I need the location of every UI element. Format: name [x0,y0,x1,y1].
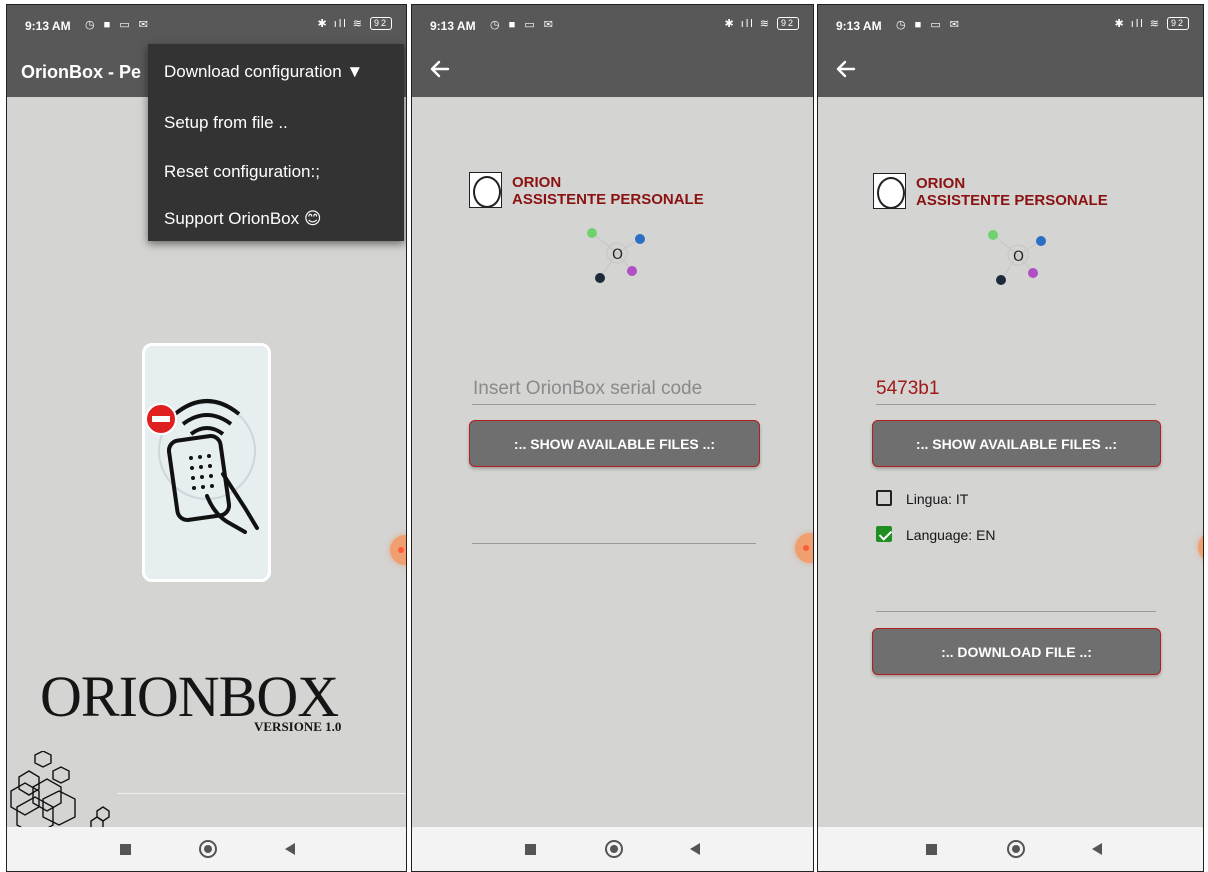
checkbox-label-language-en: Language: EN [906,527,996,543]
checkbox-language-en[interactable] [876,526,892,542]
battery-icon: 92 [776,17,799,30]
signal-wifi-icons: ✱ ıll ≋ [317,18,364,30]
status-bar: 9:13 AM ◷ ■ ▭ ✉ ✱ ıll ≋ 92 [818,5,1203,41]
system-icons: ✱ ıll ≋ 92 [317,17,392,30]
serial-input-underline [876,404,1156,405]
file-list-underline [876,611,1156,612]
system-icons: ✱ ıll ≋ 92 [724,17,799,30]
status-time: 9:13 AM [25,19,71,33]
back-nav-button[interactable] [1092,843,1102,855]
version-label: VERSIONE 1.0 [254,719,342,734]
home-button[interactable] [605,840,623,858]
navigation-bar [818,827,1203,871]
checkbox-label-lingua-it: Lingua: IT [906,491,969,507]
network-nodes-icon: O [587,228,645,283]
menu-item-support-orionbox[interactable]: Support OrionBox 😊 [164,209,322,229]
floating-assistant-bubble[interactable] [390,535,406,565]
notification-icons: ◷ ■ ▭ ✉ [490,19,557,31]
navigation-bar [7,827,406,871]
brand-title: ORION [916,175,966,192]
floating-assistant-bubble[interactable] [1198,532,1203,562]
blocked-icon [145,403,177,435]
brand-subtitle: ASSISTENTE PERSONALE [916,192,1108,209]
app-bar [818,41,1203,97]
serial-code-input[interactable]: Insert OrionBox serial code [473,378,702,400]
show-available-files-button[interactable]: :.. SHOW AVAILABLE FILES ..: [469,420,760,467]
home-button[interactable] [199,840,217,858]
navigation-bar [412,827,813,871]
system-icons: ✱ ıll ≋ 92 [1114,17,1189,30]
divider [117,793,406,794]
status-time: 9:13 AM [430,19,476,33]
screen-serial-input: 9:13 AM ◷ ■ ▭ ✉ ✱ ıll ≋ 92 ORION ASSISTE… [411,4,814,872]
floating-assistant-bubble[interactable] [795,533,813,563]
back-arrow-icon[interactable] [832,55,860,83]
status-bar: 9:13 AM ◷ ■ ▭ ✉ ✱ ıll ≋ 92 [412,5,813,41]
notification-icons: ◷ ■ ▭ ✉ [85,19,152,31]
status-time: 9:13 AM [836,19,882,33]
svg-text:O: O [612,247,623,263]
back-arrow-icon[interactable] [426,55,454,83]
remote-card[interactable] [142,343,271,582]
recents-button[interactable] [926,844,937,855]
download-file-button[interactable]: :.. DOWNLOAD FILE ..: [872,628,1161,675]
file-list-underline [472,543,756,544]
hexagon-decoration-icon [10,751,110,836]
battery-icon: 92 [1166,17,1189,30]
back-nav-button[interactable] [690,843,700,855]
remote-hand-icon [158,399,259,534]
recents-button[interactable] [120,844,131,855]
brand-subtitle: ASSISTENTE PERSONALE [512,191,704,208]
network-nodes-icon: O [988,230,1046,285]
checkbox-lingua-it[interactable] [876,490,892,506]
screen-download-file: 9:13 AM ◷ ■ ▭ ✉ ✱ ıll ≋ 92 ORION ASSISTE… [817,4,1204,872]
battery-icon: 92 [369,17,392,30]
serial-input-underline [472,404,756,405]
orion-logo-icon [469,172,502,208]
svg-text:O: O [1013,249,1024,265]
serial-code-input[interactable]: 5473b1 [876,378,939,400]
app-bar [412,41,813,97]
menu-item-download-configuration[interactable]: Download configuration ▼ [164,62,363,82]
overflow-menu: Download configuration ▼ Setup from file… [148,44,404,241]
notification-icons: ◷ ■ ▭ ✉ [896,19,963,31]
menu-item-setup-from-file[interactable]: Setup from file .. [164,113,288,133]
screen-main: 9:13 AM ◷ ■ ▭ ✉ ✱ ıll ≋ 92 OrionBox - Pe [6,4,407,872]
brand-title: ORION [512,174,562,191]
back-nav-button[interactable] [285,843,295,855]
show-available-files-button[interactable]: :.. SHOW AVAILABLE FILES ..: [872,420,1161,467]
status-bar: 9:13 AM ◷ ■ ▭ ✉ ✱ ıll ≋ 92 [7,5,406,41]
home-button[interactable] [1007,840,1025,858]
signal-wifi-icons: ✱ ıll ≋ [1114,18,1161,30]
app-title: OrionBox - Pe [21,62,142,82]
recents-button[interactable] [525,844,536,855]
orion-logo-icon [873,173,906,209]
signal-wifi-icons: ✱ ıll ≋ [724,18,771,30]
menu-item-reset-configuration[interactable]: Reset configuration:; [164,162,320,182]
